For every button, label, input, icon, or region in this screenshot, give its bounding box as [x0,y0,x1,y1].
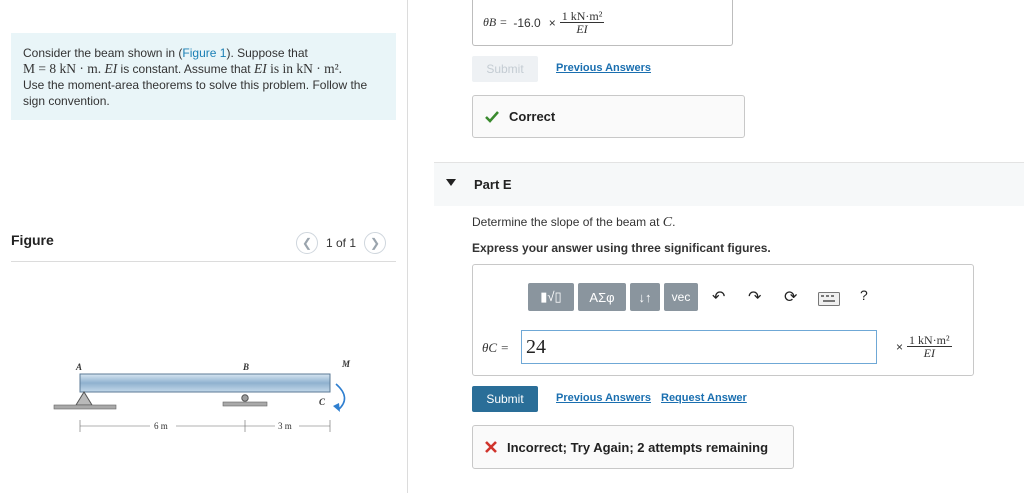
unit-denominator: EI [576,22,588,36]
submit-button[interactable]: Submit [472,386,538,412]
next-figure-button[interactable]: ❯ [364,232,387,254]
templates-icon: ▮√▯ [540,289,562,304]
ei-symbol-2: EI [253,61,267,76]
label-b: B [242,362,249,372]
undo-icon[interactable]: ↶ [712,287,725,307]
ei-symbol: EI [104,61,118,76]
problem-rest: Use the moment-area theorems to solve th… [23,78,368,108]
chevron-right-icon: ❯ [370,236,381,250]
x-mark-icon [485,441,497,453]
figure-title: Figure [11,232,54,248]
beam-figure: A B C M 6 m 3 m [53,359,351,432]
keyboard-icon[interactable] [818,292,840,306]
arrows-button[interactable]: ↓↑ [630,283,660,311]
unit-denominator-e: EI [923,346,935,360]
problem-intro-end: ). Suppose that [226,46,308,60]
part-e-header[interactable] [434,162,1024,206]
times-symbol-e: × [896,339,904,354]
left-pane: Consider the beam shown in (Figure 1). S… [0,0,408,493]
theta-b-value: -16.0 [513,15,541,30]
theta-c-label-row: θC = [482,340,509,356]
redo-icon[interactable]: ↷ [748,287,761,307]
incorrect-text: Incorrect; Try Again; 2 attempts remaini… [507,439,769,455]
greek-button[interactable]: ΑΣφ [578,283,626,311]
times-symbol: × [548,15,556,30]
label-a: A [75,362,82,372]
theta-c-label: θC = [482,340,510,355]
figure-pager: ❮ 1 of 1 ❯ [296,232,387,254]
beam [79,373,331,393]
incorrect-feedback: Incorrect; Try Again; 2 attempts remaini… [472,425,794,469]
ei-unit: is in kN · m². [266,61,343,76]
theta-b-label: θB = [483,15,508,29]
checkmark-icon [485,110,499,123]
unit-fraction: 1 kN·m² EI [559,10,605,36]
moment-value: M = 8 kN · m. [23,61,102,76]
instruction-text: Express your answer using three signific… [472,241,771,255]
correct-text: Correct [509,109,556,124]
previous-answers-link-e[interactable]: Previous Answers [556,392,651,404]
help-icon[interactable]: ? [860,287,868,303]
label-m: M [341,359,351,369]
pin-support-a [53,391,117,410]
moment-arrowhead [333,403,340,412]
request-answer-link[interactable]: Request Answer [661,392,747,404]
reset-icon[interactable]: ⟳ [784,287,797,307]
problem-statement: Consider the beam shown in (Figure 1). S… [11,33,396,120]
answer-input[interactable]: 24 [521,330,877,364]
pane-divider [407,0,408,493]
chevron-left-icon: ❮ [301,236,313,250]
dimension-lines [79,419,331,432]
ei-text-1: is constant. Assume that [117,62,254,76]
part-e-title: Part E [474,177,512,192]
question-text: Determine the slope of the beam at C. [472,215,675,231]
dim-6m: 6 m [154,421,168,431]
question-prefix: Determine the slope of the beam at [472,215,663,229]
previous-answers-link[interactable]: Previous Answers [556,62,651,74]
submit-button-disabled[interactable]: Submit [472,56,538,82]
previous-answer-row: θB = -16.0 × 1 kN·m² EI [483,10,605,36]
collapse-caret-icon[interactable] [446,179,456,186]
figure-divider [11,261,396,262]
answer-unit-row: × 1 kN·m² EI [896,334,952,359]
question-suffix: . [672,215,676,229]
figure-link[interactable]: Figure 1 [182,46,226,60]
dim-3m: 3 m [278,421,292,431]
part-divider [434,162,1024,163]
math-toolbar: ▮√▯ ΑΣφ ↓↑ vec [528,283,698,311]
label-c: C [319,397,326,407]
question-variable: C [662,215,673,230]
problem-intro: Consider the beam shown in ( [23,46,183,60]
prev-figure-button[interactable]: ❮ [296,232,318,254]
answer-input-value: 24 [526,335,546,358]
templates-button[interactable]: ▮√▯ [528,283,574,311]
vec-button[interactable]: vec [664,283,698,311]
roller-support-b [222,394,268,407]
correct-feedback: Correct [472,95,745,138]
pager-text: 1 of 1 [326,236,357,250]
unit-fraction-e: 1 kN·m² EI [907,334,952,359]
